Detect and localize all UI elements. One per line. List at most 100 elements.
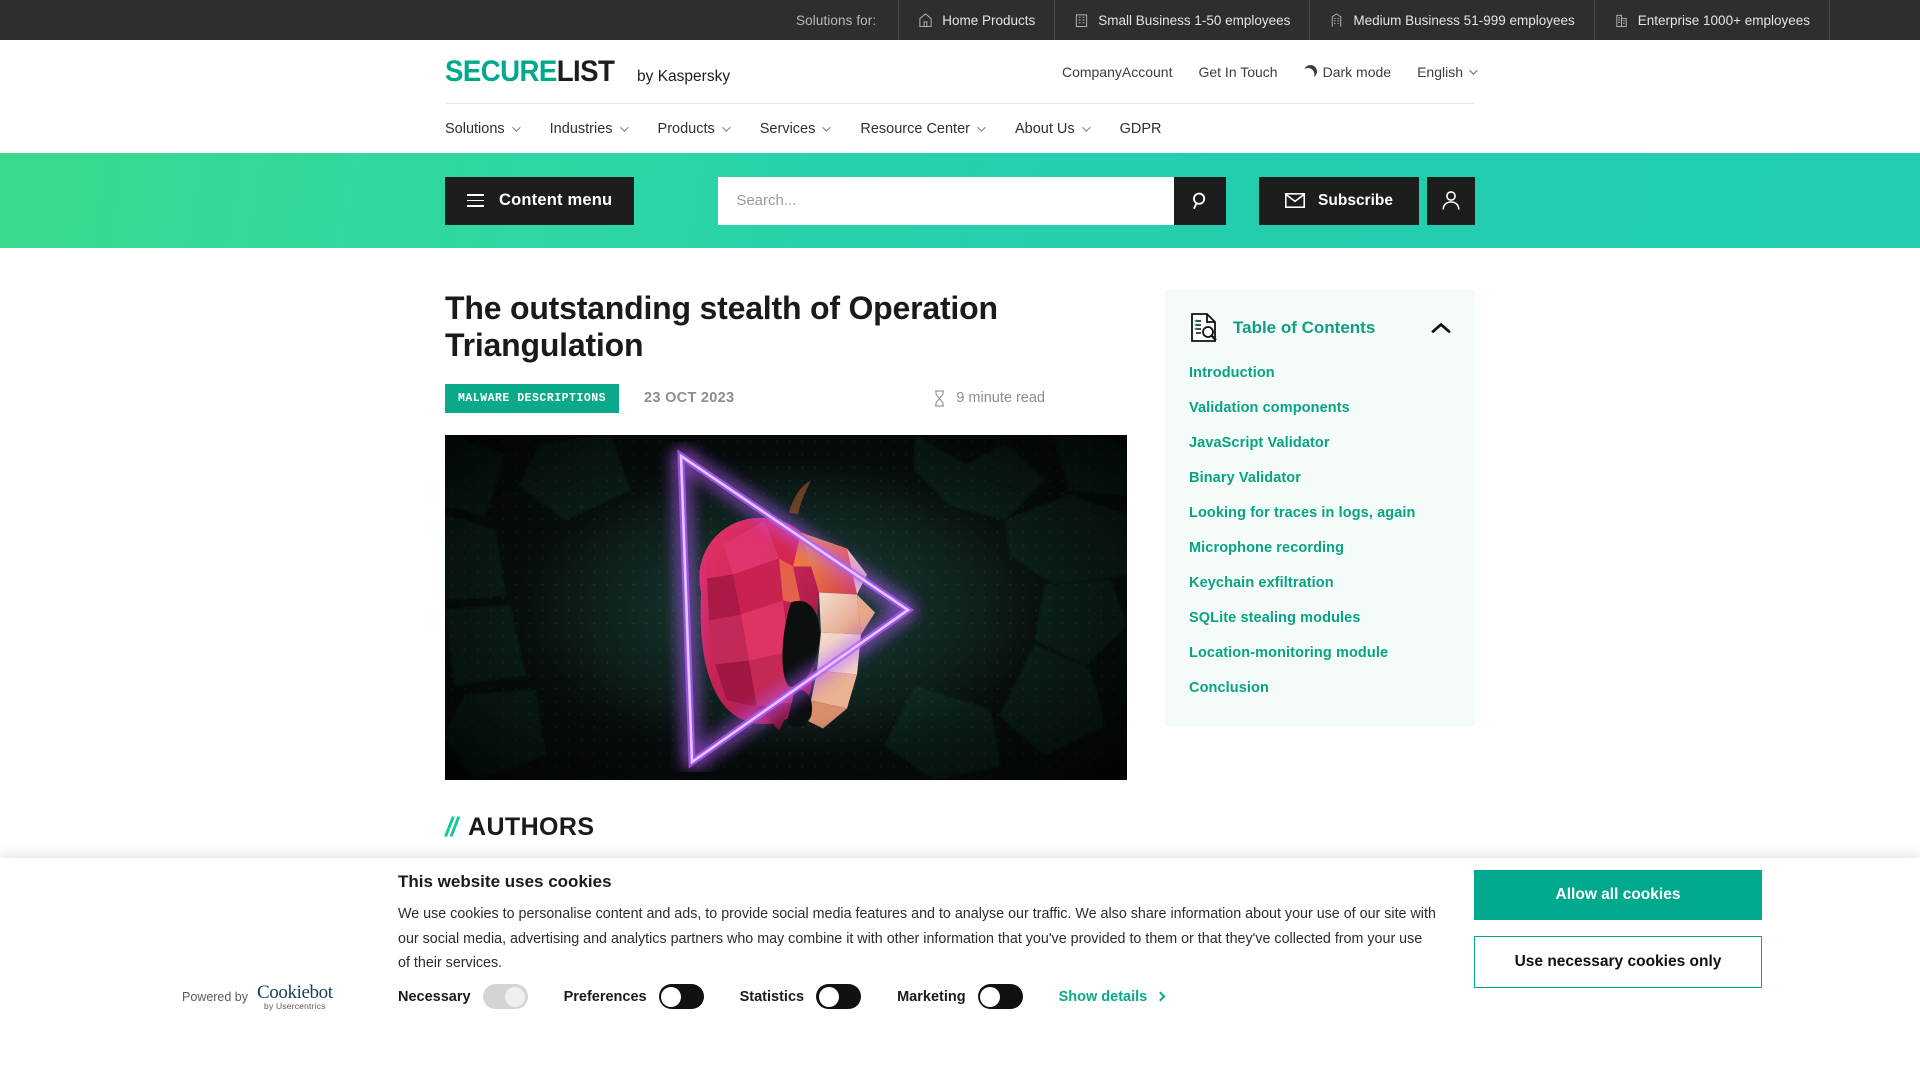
dark-mode-label: Dark mode bbox=[1322, 63, 1392, 80]
search-icon bbox=[1193, 192, 1206, 209]
toc-link-location-monitoring-module[interactable]: Location-monitoring module bbox=[1189, 645, 1451, 661]
home-icon bbox=[919, 13, 932, 28]
toc-link-keychain-exfiltration[interactable]: Keychain exfiltration bbox=[1189, 575, 1451, 591]
toggle-group-statistics: Statistics bbox=[739, 984, 862, 1009]
nav-label-products: Products bbox=[657, 120, 715, 137]
topbar-item-medium-business[interactable]: Medium Business 51-999 employees bbox=[1309, 0, 1593, 40]
toggle-statistics[interactable] bbox=[816, 984, 862, 1009]
company-account-link[interactable]: CompanyAccount bbox=[1062, 64, 1173, 80]
powered-by-label: Powered by bbox=[182, 989, 249, 1004]
authors-heading: // AUTHORS bbox=[445, 812, 1127, 843]
content-menu-label: Content menu bbox=[499, 191, 613, 209]
nav-label-about-us: About Us bbox=[1014, 120, 1075, 137]
subscribe-button[interactable]: Subscribe bbox=[1259, 176, 1419, 225]
cookie-heading: This website uses cookies bbox=[398, 872, 612, 891]
toggle-label-statistics: Statistics bbox=[739, 988, 805, 1005]
toc-header: Table of Contents bbox=[1189, 312, 1451, 343]
nav-item-products[interactable]: Products bbox=[657, 120, 731, 137]
site-header: SECURELIST by Kaspersky CompanyAccount G… bbox=[0, 40, 1920, 103]
get-in-touch-label: Get In Touch bbox=[1198, 63, 1278, 80]
topbar-item-home-products[interactable]: Home Products bbox=[898, 0, 1054, 40]
language-selector[interactable]: English bbox=[1417, 63, 1478, 80]
toc-links: Introduction Validation components JavaS… bbox=[1189, 365, 1451, 696]
toggle-group-marketing: Marketing bbox=[897, 984, 1023, 1009]
article-meta: MALWARE DESCRIPTIONS 23 OCT 2023 9 minut… bbox=[445, 383, 1127, 413]
content-menu-button[interactable]: Content menu bbox=[445, 176, 635, 225]
toc-link-looking-for-traces[interactable]: Looking for traces in logs, again bbox=[1189, 505, 1451, 521]
toggle-group-necessary: Necessary bbox=[398, 984, 528, 1009]
read-time: 9 minute read bbox=[933, 389, 1127, 407]
page-content: The outstanding stealth of Operation Tri… bbox=[445, 248, 1475, 893]
search-bar-section: Content menu Subscribe bbox=[0, 153, 1920, 248]
search-submit-button[interactable] bbox=[1174, 176, 1227, 225]
nav-item-about-us[interactable]: About Us bbox=[1014, 120, 1091, 137]
cookiebot-branding[interactable]: Powered by Cookiebot by Usercentrics bbox=[182, 983, 333, 1011]
hero-image bbox=[445, 434, 1127, 780]
show-details-link[interactable]: Show details bbox=[1058, 988, 1166, 1005]
nav-label-services: Services bbox=[759, 120, 816, 137]
hourglass-icon bbox=[935, 389, 945, 407]
nav-item-solutions[interactable]: Solutions bbox=[445, 121, 521, 137]
nav-label-industries: Industries bbox=[549, 120, 613, 137]
publish-date: 23 OCT 2023 bbox=[644, 390, 735, 407]
allow-all-cookies-button[interactable]: Allow all cookies bbox=[1474, 870, 1762, 920]
toc-link-javascript-validator[interactable]: JavaScript Validator bbox=[1189, 435, 1451, 451]
account-button[interactable] bbox=[1427, 176, 1475, 225]
toc-link-microphone-recording[interactable]: Microphone recording bbox=[1189, 540, 1451, 556]
top-utility-bar: Solutions for: Home Products Small Busin… bbox=[0, 0, 1920, 40]
logo-text-secure: SECURE bbox=[445, 54, 557, 88]
toc-link-binary-validator[interactable]: Binary Validator bbox=[1189, 470, 1451, 486]
table-of-contents-panel: Table of Contents Introduction Validatio… bbox=[1165, 290, 1475, 726]
toc-link-conclusion[interactable]: Conclusion bbox=[1189, 680, 1451, 696]
topbar-item-enterprise[interactable]: Enterprise 1000+ employees bbox=[1593, 0, 1830, 40]
nav-label-resource-center: Resource Center bbox=[860, 120, 970, 137]
topbar-item-small-business[interactable]: Small Business 1-50 employees bbox=[1054, 0, 1309, 40]
subscribe-label: Subscribe bbox=[1318, 191, 1393, 209]
user-account-icon bbox=[1442, 191, 1460, 210]
authors-title: AUTHORS bbox=[468, 812, 595, 841]
topbar-label-small-business: Small Business 1-50 employees bbox=[1098, 12, 1291, 28]
chevron-up-icon[interactable] bbox=[1431, 322, 1451, 334]
topbar-label-home-products: Home Products bbox=[942, 12, 1036, 28]
chevron-down-icon bbox=[822, 122, 832, 132]
company-account-label: CompanyAccount bbox=[1061, 63, 1173, 80]
nav-item-industries[interactable]: Industries bbox=[549, 120, 629, 137]
nav-item-services[interactable]: Services bbox=[759, 120, 832, 137]
search-input[interactable] bbox=[718, 176, 1175, 225]
securelist-logo[interactable]: SECURELIST by Kaspersky bbox=[445, 55, 730, 89]
chevron-down-icon bbox=[619, 122, 629, 132]
cookie-body-text: We use cookies to personalise content an… bbox=[398, 906, 1436, 972]
dark-mode-toggle[interactable]: Dark mode bbox=[1304, 64, 1391, 80]
toggle-marketing[interactable] bbox=[977, 984, 1023, 1009]
nav-item-resource-center[interactable]: Resource Center bbox=[860, 120, 986, 137]
toc-link-introduction[interactable]: Introduction bbox=[1189, 365, 1451, 381]
use-necessary-cookies-button[interactable]: Use necessary cookies only bbox=[1474, 936, 1762, 988]
toggle-label-marketing: Marketing bbox=[897, 988, 966, 1005]
document-search-icon bbox=[1191, 313, 1217, 342]
cookie-category-toggles: Necessary Preferences Statistics Marketi… bbox=[398, 984, 1166, 1009]
chevron-down-icon bbox=[1081, 122, 1091, 132]
language-label: English bbox=[1417, 63, 1463, 80]
get-in-touch-link[interactable]: Get In Touch bbox=[1198, 64, 1277, 80]
read-time-label: 9 minute read bbox=[956, 390, 1045, 407]
toggle-necessary bbox=[482, 984, 528, 1009]
toggle-label-preferences: Preferences bbox=[563, 988, 647, 1005]
toc-link-validation-components[interactable]: Validation components bbox=[1189, 400, 1451, 416]
category-tag[interactable]: MALWARE DESCRIPTIONS bbox=[445, 383, 620, 413]
toggle-preferences[interactable] bbox=[658, 984, 704, 1009]
article-column: The outstanding stealth of Operation Tri… bbox=[445, 290, 1127, 893]
show-details-label: Show details bbox=[1058, 988, 1148, 1005]
chevron-down-icon bbox=[977, 122, 986, 132]
toc-link-sqlite-stealing-modules[interactable]: SQLite stealing modules bbox=[1189, 610, 1451, 626]
enterprise-building-icon bbox=[1616, 14, 1627, 28]
nav-item-gdpr[interactable]: GDPR bbox=[1120, 121, 1162, 137]
topbar-label-medium-business: Medium Business 51-999 employees bbox=[1353, 12, 1575, 28]
small-building-icon bbox=[1076, 14, 1088, 28]
authors-slash-decoration: // bbox=[445, 811, 458, 842]
logo-byline: by Kaspersky bbox=[637, 67, 731, 85]
moon-icon bbox=[1302, 63, 1319, 80]
chevron-down-icon bbox=[1469, 65, 1478, 75]
toggle-group-preferences: Preferences bbox=[564, 984, 704, 1009]
medium-building-icon bbox=[1332, 13, 1342, 27]
primary-nav: Solutions Industries Products Services R… bbox=[0, 103, 1920, 153]
